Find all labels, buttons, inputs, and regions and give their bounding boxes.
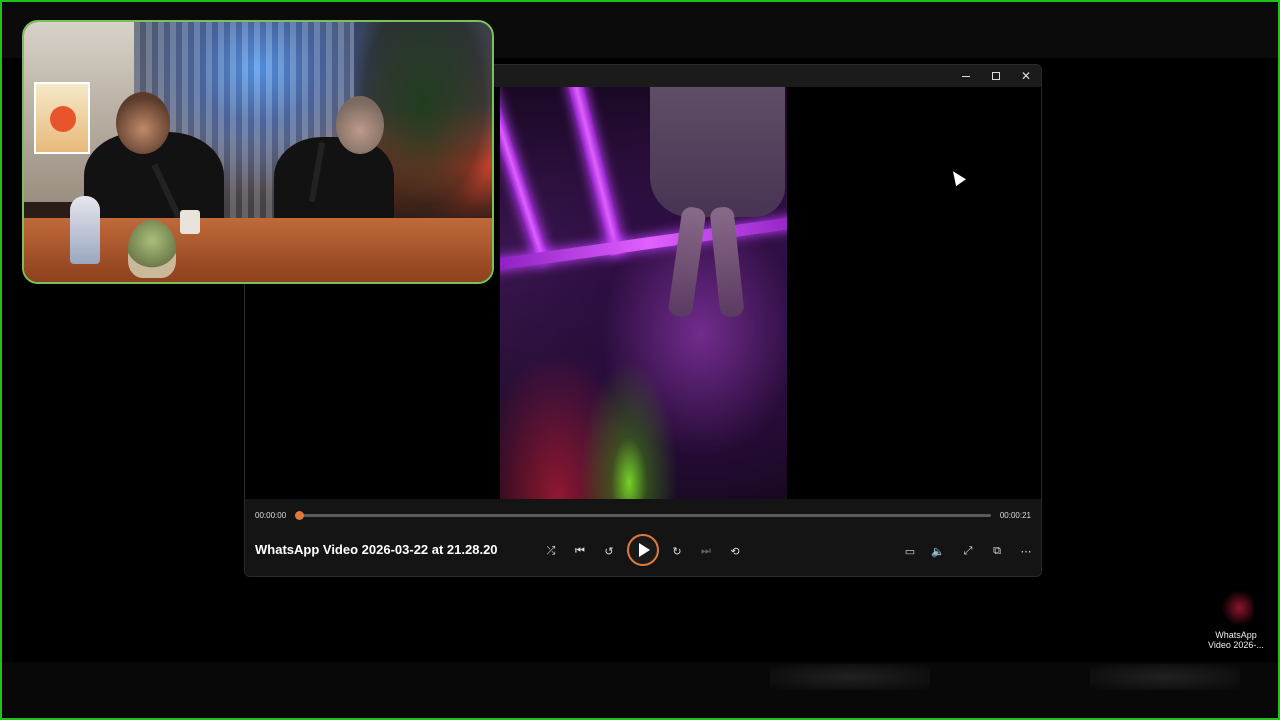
video-title: WhatsApp Video 2026-03-22 at 21.28.20 [255, 542, 498, 557]
more-options-icon: ⋯ [1020, 545, 1032, 558]
alien-figurine-icon [128, 220, 176, 278]
robot-figurine-icon [70, 196, 100, 264]
video-figure [650, 87, 785, 217]
previous-button[interactable]: ⏮ [568, 539, 592, 563]
shuffle-button[interactable]: ⤮ [539, 539, 563, 563]
webcam-overlay [22, 20, 494, 284]
forward-30-button[interactable]: ↻ [665, 539, 689, 563]
minimize-icon[interactable] [951, 65, 981, 87]
shuffle-icon: ⤮ [546, 544, 556, 557]
cup-icon [180, 210, 200, 234]
miniplayer-icon: ⧉ [993, 544, 1001, 557]
rewind-10-icon: ↺ [604, 545, 614, 558]
volume-icon: 🔈 [931, 545, 945, 558]
play-button[interactable] [627, 534, 659, 566]
bottom-smudge [770, 664, 930, 690]
captions-icon: ▭ [904, 545, 916, 558]
bottom-band [2, 662, 1278, 718]
next-icon: ⏭ [701, 544, 711, 557]
miniplayer-button[interactable]: ⧉ [985, 539, 1009, 563]
next-button[interactable]: ⏭ [694, 539, 718, 563]
video-figure-leg [709, 206, 745, 318]
video-file-icon [1219, 586, 1253, 626]
close-icon[interactable]: ✕ [1011, 65, 1041, 87]
desktop-video-shortcut[interactable]: WhatsApp Video 2026-... [1204, 586, 1268, 650]
desktop-icon-label: WhatsApp Video 2026-... [1208, 630, 1264, 650]
previous-icon: ⏮ [575, 544, 585, 557]
captions-button[interactable]: ▭ [898, 539, 922, 563]
sunset-icon [50, 106, 76, 132]
repeat-button[interactable]: ⟲ [723, 539, 747, 563]
duration: 00:00:21 [999, 511, 1031, 520]
rewind-10-button[interactable]: ↺ [597, 539, 621, 563]
volume-button[interactable]: 🔈 [926, 539, 950, 563]
wall-poster [34, 82, 90, 154]
player-controls: 00:00:00 00:00:21 WhatsApp Video 2026-03… [245, 499, 1041, 576]
video-frame[interactable] [500, 87, 787, 499]
neon-bar [500, 87, 551, 265]
neon-bar [566, 87, 626, 257]
forward-30-icon: ↻ [672, 545, 682, 558]
seek-bar[interactable] [295, 511, 991, 520]
play-icon [639, 543, 650, 557]
mouse-cursor-icon [948, 167, 966, 187]
video-figure-leg [667, 205, 707, 319]
maximize-icon[interactable] [981, 65, 1011, 87]
repeat-off-icon: ⟲ [730, 545, 740, 558]
seek-thumb[interactable] [295, 511, 304, 520]
more-options-button[interactable]: ⋯ [1014, 539, 1038, 563]
person-left-head [116, 92, 170, 154]
current-time: 00:00:00 [255, 511, 287, 520]
person-right-head [336, 96, 384, 154]
bottom-smudge [1090, 664, 1240, 690]
fullscreen-button[interactable]: ⤢ [956, 539, 980, 563]
fullscreen-icon: ⤢ [963, 544, 973, 557]
